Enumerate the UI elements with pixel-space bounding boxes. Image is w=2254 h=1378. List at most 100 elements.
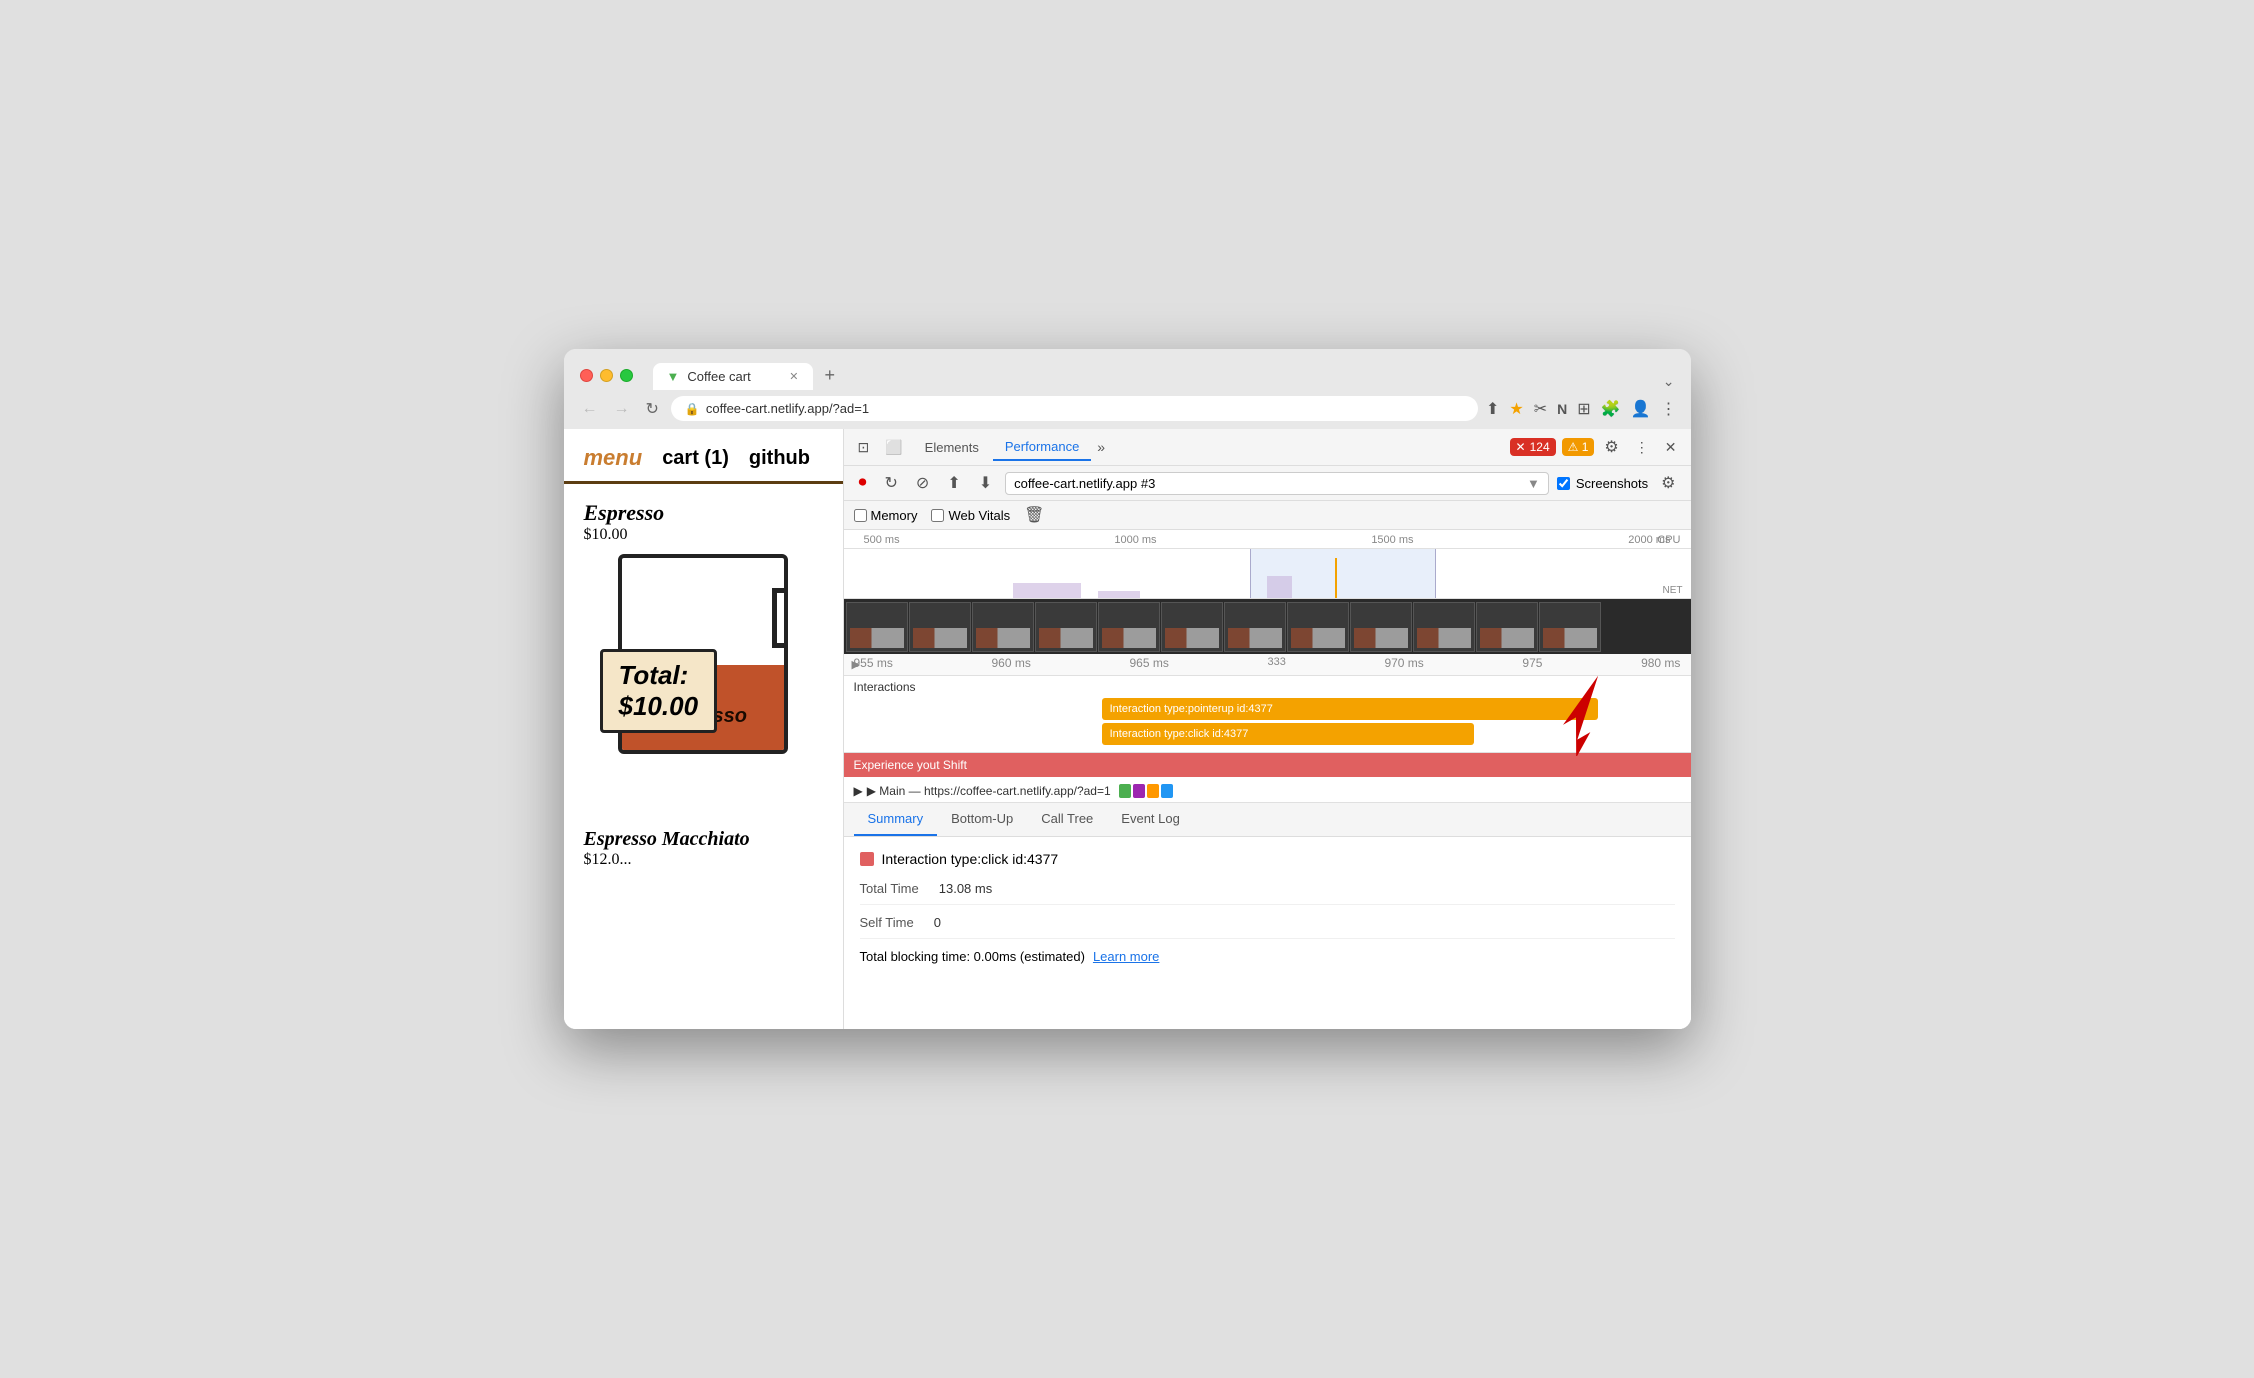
bottom-tabs: Summary Bottom-Up Call Tree Event Log [844, 803, 1691, 837]
puzzle-icon[interactable]: 🧩 [1601, 399, 1621, 419]
tab-performance[interactable]: Performance [993, 434, 1091, 461]
memory-option[interactable]: Memory [854, 508, 918, 523]
screenshots-checkbox[interactable] [1557, 477, 1570, 490]
tab-bottomup[interactable]: Bottom-Up [937, 803, 1027, 836]
refresh-button[interactable]: ↻ [642, 397, 663, 421]
memory-label: Memory [871, 508, 918, 523]
share-icon[interactable]: ⬆ [1486, 399, 1499, 419]
webvitals-checkbox[interactable] [931, 509, 944, 522]
browser-window: ▼ Coffee cart ✕ + ⌄ ← → ↻ 🔒 coffee-cart.… [564, 349, 1691, 1029]
github-link[interactable]: github [749, 447, 810, 470]
interactions-row: Interactions Interaction type:pointerup … [844, 676, 1691, 753]
download-button[interactable]: ⬇ [974, 470, 997, 496]
address-input[interactable]: 🔒 coffee-cart.netlify.app/?ad=1 [671, 396, 1478, 421]
devtools-close-button[interactable]: ✕ [1659, 435, 1683, 460]
summary-header: Interaction type:click id:4377 [860, 851, 1675, 867]
back-button[interactable]: ← [578, 398, 602, 420]
screenshots-settings-button[interactable]: ⚙ [1656, 470, 1680, 496]
device-toolbar-button[interactable]: ⬜ [879, 435, 908, 460]
warning-count: 1 [1582, 440, 1589, 454]
browser-tab[interactable]: ▼ Coffee cart ✕ [653, 363, 813, 390]
screenshot-8 [1287, 602, 1349, 652]
tab-summary[interactable]: Summary [854, 803, 938, 836]
summary-color-box [860, 852, 874, 866]
ruler-label-1500: 1500 ms [1371, 534, 1413, 546]
ms-labels: 955 ms 960 ms 965 ms 333 970 ms 975 980 … [844, 656, 1691, 670]
tab-close-icon[interactable]: ✕ [789, 370, 798, 383]
inspect-element-button[interactable]: ⊡ [852, 435, 876, 460]
cpu-bar-1 [1013, 583, 1081, 598]
tab-overflow-icon[interactable]: ⌄ [1663, 373, 1675, 390]
new-tab-button[interactable]: + [817, 361, 844, 390]
ms-label-960: 960 ms [991, 656, 1030, 670]
summary-interaction-label: Interaction type:click id:4377 [882, 851, 1059, 867]
bookmark-icon[interactable]: ★ [1509, 399, 1523, 419]
cart-link[interactable]: cart (1) [662, 447, 729, 470]
main-label[interactable]: ▶ ▶ Main — https://coffee-cart.netlify.a… [854, 784, 1111, 798]
memory-checkbox[interactable] [854, 509, 867, 522]
notionlike-icon[interactable]: N [1557, 401, 1567, 417]
screenshots-section: Screenshots [1557, 476, 1648, 491]
tab-title: Coffee cart [687, 369, 750, 384]
main-text: ▶ Main — https://coffee-cart.netlify.app… [867, 784, 1111, 798]
tab-calltree[interactable]: Call Tree [1027, 803, 1107, 836]
main-expand-icon[interactable]: ▶ [854, 784, 863, 798]
self-time-value: 0 [934, 915, 941, 930]
more-menu-icon[interactable]: ⋮ [1661, 399, 1677, 419]
stop-button[interactable]: ⊘ [911, 470, 934, 496]
person-icon[interactable]: 👤 [1631, 399, 1651, 419]
minimize-button[interactable] [600, 369, 613, 382]
perf-toolbar: ⏺ ↻ ⊘ ⬆ ⬇ coffee-cart.netlify.app #3 ▼ S… [844, 466, 1691, 501]
extensions-icon[interactable]: ⊞ [1577, 399, 1590, 419]
ruler-label-1000: 1000 ms [1114, 534, 1156, 546]
close-button[interactable] [580, 369, 593, 382]
clear-button[interactable]: 🗑 [1024, 505, 1044, 525]
devtools-settings-button[interactable]: ⚙ [1598, 433, 1624, 461]
menu-link[interactable]: menu [584, 445, 643, 471]
screenshots-label: Screenshots [1576, 476, 1648, 491]
next-product-name: Espresso Macchiato [584, 828, 823, 851]
screenshots-strip [844, 599, 1691, 654]
webvitals-label: Web Vitals [948, 508, 1010, 523]
devtools-badges: ✕ 124 ⚠ 1 [1510, 438, 1595, 456]
browser-toolbar: ⬆ ★ ✂ N ⊞ 🧩 👤 ⋮ [1486, 399, 1677, 419]
devtools-more-button[interactable]: ⋮ [1629, 435, 1655, 460]
perf-target[interactable]: coffee-cart.netlify.app #3 ▼ [1005, 472, 1549, 495]
maximize-button[interactable] [620, 369, 633, 382]
red-arrow [1531, 676, 1631, 761]
content-area: menu cart (1) github Espresso $10.00 esp… [564, 429, 1691, 1029]
screenshot-7 [1224, 602, 1286, 652]
click-bar[interactable]: Interaction type:click id:4377 [1102, 723, 1474, 745]
total-time-value: 13.08 ms [939, 881, 992, 896]
devtools-toolbar: ⊡ ⬜ Elements Performance » ✕ 124 ⚠ 1 [844, 429, 1691, 466]
lock-icon: 🔒 [685, 402, 700, 416]
total-badge: Total: $10.00 [600, 649, 718, 733]
upload-button[interactable]: ⬆ [942, 470, 965, 496]
total-time-row: Total Time 13.08 ms [860, 881, 1675, 905]
screenshot-11 [1476, 602, 1538, 652]
perf-target-dropdown-icon[interactable]: ▼ [1527, 476, 1540, 491]
address-bar: ← → ↻ 🔒 coffee-cart.netlify.app/?ad=1 ⬆ … [564, 390, 1691, 429]
ruler-labels: 500 ms 1000 ms 1500 ms 2000 ms [854, 534, 1681, 546]
main-row: ▶ ▶ Main — https://coffee-cart.netlify.a… [844, 779, 1691, 803]
product-name: Espresso [584, 500, 823, 526]
scissors-icon[interactable]: ✂ [1534, 399, 1547, 419]
ms-label-970: 970 ms [1384, 656, 1423, 670]
pointerup-bar[interactable]: Interaction type:pointerup id:4377 [1102, 698, 1598, 720]
error-count: 124 [1530, 440, 1550, 454]
learn-more-link[interactable]: Learn more [1093, 949, 1159, 964]
screenshot-12 [1539, 602, 1601, 652]
color-block-orange [1147, 784, 1159, 798]
more-tabs-icon[interactable]: » [1097, 439, 1105, 455]
record-button[interactable]: ⏺ [854, 471, 872, 495]
perf-target-text: coffee-cart.netlify.app #3 [1014, 476, 1155, 491]
timeline-ruler: 500 ms 1000 ms 1500 ms 2000 ms CPU [844, 530, 1691, 549]
tab-eventlog[interactable]: Event Log [1107, 803, 1194, 836]
forward-button[interactable]: → [610, 398, 634, 420]
webvitals-option[interactable]: Web Vitals [931, 508, 1010, 523]
reload-record-button[interactable]: ↻ [880, 470, 903, 496]
devtools-panel: ⊡ ⬜ Elements Performance » ✕ 124 ⚠ 1 [844, 429, 1691, 1029]
screenshot-6 [1161, 602, 1223, 652]
tab-elements[interactable]: Elements [913, 435, 991, 460]
warning-badge: ⚠ 1 [1562, 438, 1595, 456]
